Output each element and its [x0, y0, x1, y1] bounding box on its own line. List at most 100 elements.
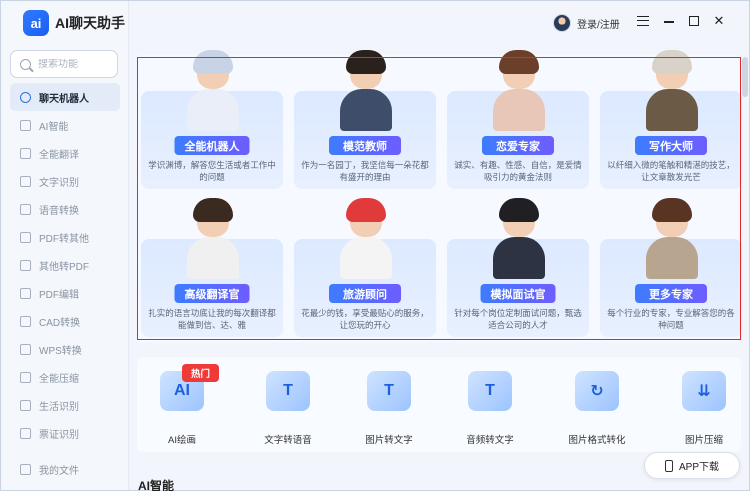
- sidebar-item[interactable]: AI智能: [10, 111, 120, 139]
- app-window: ai AI聊天助手 聊天机器人AI智能全能翻译文字识别语音转换PDF转其他其他转…: [0, 0, 750, 491]
- tool-glyph: ⇊: [697, 383, 711, 400]
- expert-description: 针对每个岗位定制面试问题，甄选适合公司的人才: [454, 308, 582, 330]
- image-convert-icon: ↻: [575, 371, 619, 411]
- sidebar-item[interactable]: 全能翻译: [10, 139, 120, 167]
- expert-description: 作为一名园丁，我坚信每一朵花都有盛开的理由: [301, 160, 429, 182]
- sidebar-item-label: 语音转换: [39, 205, 79, 217]
- sidebar-item[interactable]: PDF转其他: [10, 223, 120, 251]
- hot-badge: 热门: [182, 364, 219, 382]
- tool-item[interactable]: ⇊ 图片压缩: [659, 371, 749, 446]
- sidebar-item-label: 生活识别: [39, 401, 79, 413]
- ticket-icon: [20, 427, 31, 439]
- sidebar-item-label: PDF编辑: [39, 289, 79, 301]
- sidebar-item[interactable]: 全能压缩: [10, 363, 120, 391]
- expert-portrait: [646, 198, 698, 279]
- tool-item[interactable]: ↻ 图片格式转化: [552, 371, 642, 446]
- app-download-button[interactable]: APP下载: [644, 452, 740, 479]
- sidebar-item-label: AI智能: [39, 121, 69, 133]
- expert-card[interactable]: 更多专家 每个行业的专家，专业解答您的各种问题: [600, 198, 742, 337]
- minimize-icon[interactable]: [663, 15, 675, 27]
- expert-portrait: [340, 198, 392, 279]
- tool-glyph: AI: [174, 382, 190, 399]
- robot-icon: [20, 91, 31, 103]
- scrollbar[interactable]: [741, 47, 749, 490]
- compress-icon: [20, 371, 31, 383]
- expert-title: 写作大师: [635, 136, 707, 155]
- tool-label: AI绘画: [168, 435, 196, 446]
- pdf-edit-icon: [20, 287, 31, 299]
- expert-card[interactable]: 恋爱专家诚实、有趣、性感、自信，是爱情吸引力的黄金法则: [447, 50, 589, 189]
- app-title: AI聊天助手: [55, 15, 125, 31]
- expert-card[interactable]: 旅游顾问花最少的钱，享受最贴心的服务，让您玩的开心: [294, 198, 436, 337]
- expert-title: 恋爱专家: [482, 136, 554, 155]
- sidebar: ai AI聊天助手 聊天机器人 AI智能全能翻译文字识别语音转换 PDF转其他其他转…: [1, 1, 129, 490]
- sidebar-item-label: 其他转PDF: [39, 261, 89, 273]
- sidebar-item-label: PDF转其他: [39, 233, 89, 245]
- tool-item[interactable]: T 音频转文字: [445, 371, 535, 446]
- scroll-thumb[interactable]: [742, 57, 748, 97]
- menu-icon[interactable]: [637, 16, 649, 26]
- tool-item[interactable]: AI AI绘画: [137, 371, 227, 446]
- expert-description: 诚实、有趣、性感、自信，是爱情吸引力的黄金法则: [454, 160, 582, 182]
- tool-item[interactable]: T 图片转文字: [344, 371, 434, 446]
- image-to-text-icon: T: [367, 371, 411, 411]
- search-input[interactable]: [38, 58, 108, 70]
- logo-icon: ai: [23, 10, 49, 36]
- expert-portrait: [187, 50, 239, 131]
- section-title: AI智能: [138, 479, 175, 491]
- avatar: [553, 14, 571, 32]
- sidebar-item-label: 聊天机器人: [39, 93, 89, 105]
- tool-glyph: T: [384, 382, 394, 399]
- sidebar-item[interactable]: 票证识别: [10, 419, 120, 447]
- sidebar-item[interactable]: WPS转换: [10, 335, 120, 363]
- expert-title: 全能机器人: [174, 136, 250, 155]
- sidebar-item[interactable]: PDF编辑: [10, 279, 120, 307]
- expert-portrait: [493, 50, 545, 131]
- expert-portrait: [340, 50, 392, 131]
- expert-title: 模拟面试官: [480, 284, 556, 303]
- expert-card[interactable]: 模拟面试官针对每个岗位定制面试问题，甄选适合公司的人才: [447, 198, 589, 337]
- sidebar-item[interactable]: 其他转PDF: [10, 251, 120, 279]
- image-compress-icon: ⇊: [682, 371, 726, 411]
- expert-description: 扎实的语言功底让我的每次翻译都能做到信、达、雅: [148, 308, 276, 330]
- ai-icon: [20, 119, 31, 131]
- sidebar-item-label: CAD转换: [39, 317, 81, 329]
- wps-icon: [20, 343, 31, 355]
- sidebar-item-label: 全能压缩: [39, 373, 79, 385]
- expert-portrait: [187, 198, 239, 279]
- sidebar-item-my-files[interactable]: 我的文件: [10, 455, 120, 483]
- expert-cards-panel: 全能机器人学识渊博，解答您生活或者工作中的问题 模范教师 作为一名园丁，我坚信每一朵…: [137, 50, 742, 342]
- search-icon: [20, 58, 31, 70]
- expert-description: 花最少的钱，享受最贴心的服务，让您玩的开心: [301, 308, 429, 330]
- login-button[interactable]: 登录/注册: [553, 14, 620, 32]
- phone-icon: [664, 459, 673, 472]
- expert-title: 旅游顾问: [329, 284, 401, 303]
- sidebar-item-label: WPS转换: [39, 345, 82, 357]
- expert-card[interactable]: 高级翻译官 扎实的语言功底让我的每次翻译都能做到信、达、雅: [141, 198, 283, 337]
- tools-strip: AI AI绘画 T 文字转语音 T 图片转文字 T 音频转文字 ↻ 图片格式转化 ⇊ 图片压缩: [137, 357, 741, 452]
- sidebar-item[interactable]: 生活识别: [10, 391, 120, 419]
- sidebar-item-label: 文字识别: [39, 177, 79, 189]
- close-icon[interactable]: ✕: [713, 14, 725, 27]
- search-box[interactable]: [10, 50, 118, 78]
- folder-icon: [20, 463, 31, 475]
- sidebar-bottom: 我的文件: [10, 455, 120, 483]
- voice-icon: [20, 203, 31, 215]
- sidebar-item[interactable]: 文字识别: [10, 167, 120, 195]
- tool-glyph: T: [283, 382, 293, 399]
- translate-icon: [20, 147, 31, 159]
- tool-item[interactable]: T 文字转语音: [243, 371, 333, 446]
- sidebar-item-label: 我的文件: [39, 465, 79, 477]
- expert-card[interactable]: 全能机器人学识渊博，解答您生活或者工作中的问题: [141, 50, 283, 189]
- expert-title: 更多专家: [635, 284, 707, 303]
- expert-card[interactable]: 写作大师 以纤细入微的笔触和精湛的技艺，让文章散发光芒: [600, 50, 742, 189]
- sidebar-item[interactable]: CAD转换: [10, 307, 120, 335]
- title-bar: 登录/注册 ✕: [129, 1, 749, 47]
- maximize-icon[interactable]: [689, 16, 699, 26]
- cad-icon: [20, 315, 31, 327]
- expert-description: 学识渊博，解答您生活或者工作中的问题: [148, 160, 276, 182]
- ocr-icon: [20, 175, 31, 187]
- expert-card[interactable]: 模范教师 作为一名园丁，我坚信每一朵花都有盛开的理由: [294, 50, 436, 189]
- sidebar-item[interactable]: 语音转换: [10, 195, 120, 223]
- sidebar-item[interactable]: 聊天机器人: [10, 83, 120, 111]
